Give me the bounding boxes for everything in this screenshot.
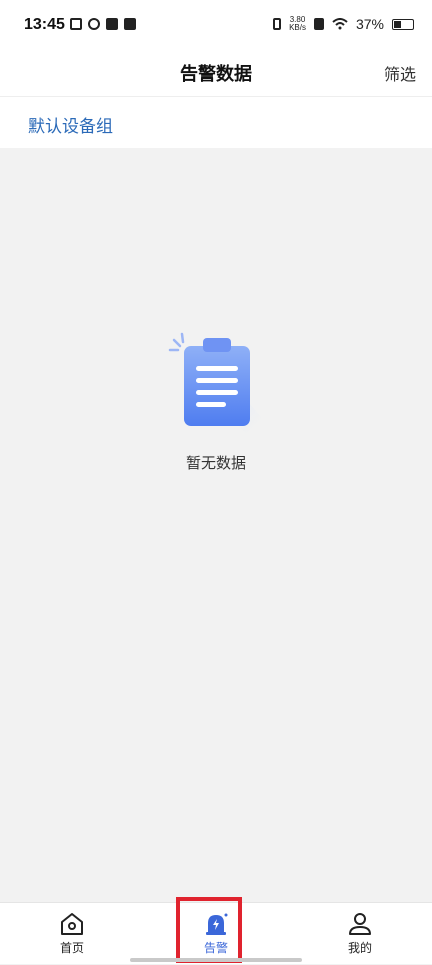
device-group-selector[interactable]: 默认设备组 [28, 112, 113, 137]
tiktok-notification-icon [106, 18, 118, 30]
battery-percent: 37% [355, 16, 384, 32]
wifi-icon [332, 18, 348, 30]
status-bar: 13:45 3.80 KB/s 37% [0, 0, 432, 50]
tab-home-label: 首页 [59, 941, 84, 955]
empty-state: 暂无数据 [0, 328, 432, 473]
home-indicator [130, 958, 302, 962]
network-speed: 3.80 KB/s [289, 16, 306, 32]
device-group-bar: 默认设备组 [0, 96, 432, 148]
tab-mine[interactable]: 我的 [288, 903, 432, 965]
filter-button[interactable]: 筛选 [384, 61, 416, 85]
sync-notification-icon [88, 18, 100, 30]
page-title: 告警数据 [180, 64, 252, 85]
home-icon [61, 913, 83, 935]
tab-home[interactable]: 首页 [0, 903, 144, 965]
battery-icon [392, 18, 414, 30]
speed-unit: KB/s [289, 23, 306, 32]
app-notification-icon [70, 18, 82, 30]
empty-text: 暂无数据 [185, 454, 246, 472]
battery-fill [394, 20, 402, 28]
highlight-box [176, 897, 242, 963]
nav-bar: 告警数据 筛选 [0, 50, 432, 96]
vibrate-icon [273, 18, 282, 30]
c-notification-icon [124, 18, 136, 30]
status-right: 3.80 KB/s 37% [273, 16, 414, 32]
notification-icons [70, 18, 136, 30]
tab-mine-label: 我的 [347, 941, 372, 955]
status-time: 13:45 [24, 16, 65, 33]
clipboard-icon [168, 332, 262, 434]
user-icon [349, 913, 371, 935]
sim-icon [313, 18, 324, 30]
